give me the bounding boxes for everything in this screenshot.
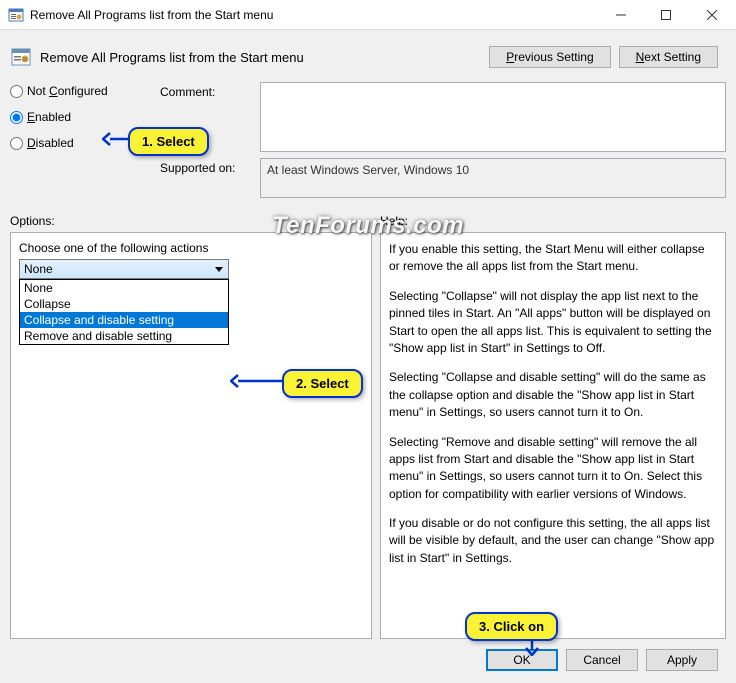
radio-enabled[interactable]: Enabled (10, 110, 150, 124)
supported-on-box: At least Windows Server, Windows 10 (260, 158, 726, 198)
callout-2: 2. Select (282, 369, 363, 398)
cancel-button[interactable]: Cancel (566, 649, 638, 671)
choose-action-label: Choose one of the following actions (19, 241, 363, 255)
help-paragraph: Selecting "Collapse" will not display th… (389, 288, 717, 358)
help-paragraph: Selecting "Remove and disable setting" w… (389, 434, 717, 504)
radio-disabled-input[interactable] (10, 137, 23, 150)
radio-not-configured[interactable]: Not Configured (10, 84, 150, 98)
help-panel[interactable]: If you enable this setting, the Start Me… (380, 232, 726, 639)
policy-title: Remove All Programs list from the Start … (40, 50, 481, 65)
maximize-button[interactable] (643, 0, 688, 29)
dropdown-item-none[interactable]: None (20, 280, 228, 296)
radio-not-configured-input[interactable] (10, 85, 23, 98)
dropdown-item-remove-disable[interactable]: Remove and disable setting (20, 328, 228, 344)
apply-button[interactable]: Apply (646, 649, 718, 671)
callout-arrow-icon (230, 374, 285, 388)
titlebar: Remove All Programs list from the Start … (0, 0, 736, 30)
dropdown-item-collapse-disable[interactable]: Collapse and disable setting (20, 312, 228, 328)
policy-icon (10, 46, 32, 68)
help-paragraph: If you disable or do not configure this … (389, 515, 717, 567)
dropdown-item-collapse[interactable]: Collapse (20, 296, 228, 312)
close-button[interactable] (688, 0, 736, 29)
action-dropdown[interactable]: None (19, 259, 229, 279)
ok-button[interactable]: OK (486, 649, 558, 671)
options-panel: Choose one of the following actions None… (10, 232, 372, 639)
previous-setting-button[interactable]: Previous Setting (489, 46, 610, 68)
callout-1: 1. Select (128, 127, 209, 156)
minimize-button[interactable] (598, 0, 643, 29)
window-title: Remove All Programs list from the Start … (30, 8, 598, 22)
action-dropdown-list: None Collapse Collapse and disable setti… (19, 279, 229, 345)
supported-label: Supported on: (160, 158, 250, 175)
next-setting-button[interactable]: Next Setting (619, 46, 718, 68)
options-label: Options: (10, 214, 380, 228)
callout-3: 3. Click on (465, 612, 558, 641)
help-paragraph: Selecting "Collapse and disable setting"… (389, 369, 717, 421)
comment-label: Comment: (160, 82, 250, 99)
comment-textarea[interactable] (260, 82, 726, 152)
policy-window-icon (8, 7, 24, 23)
help-label: Help: (380, 214, 726, 228)
policy-header: Remove All Programs list from the Start … (10, 38, 726, 82)
help-paragraph: If you enable this setting, the Start Me… (389, 241, 717, 276)
radio-enabled-input[interactable] (10, 111, 23, 124)
window-controls (598, 0, 736, 29)
